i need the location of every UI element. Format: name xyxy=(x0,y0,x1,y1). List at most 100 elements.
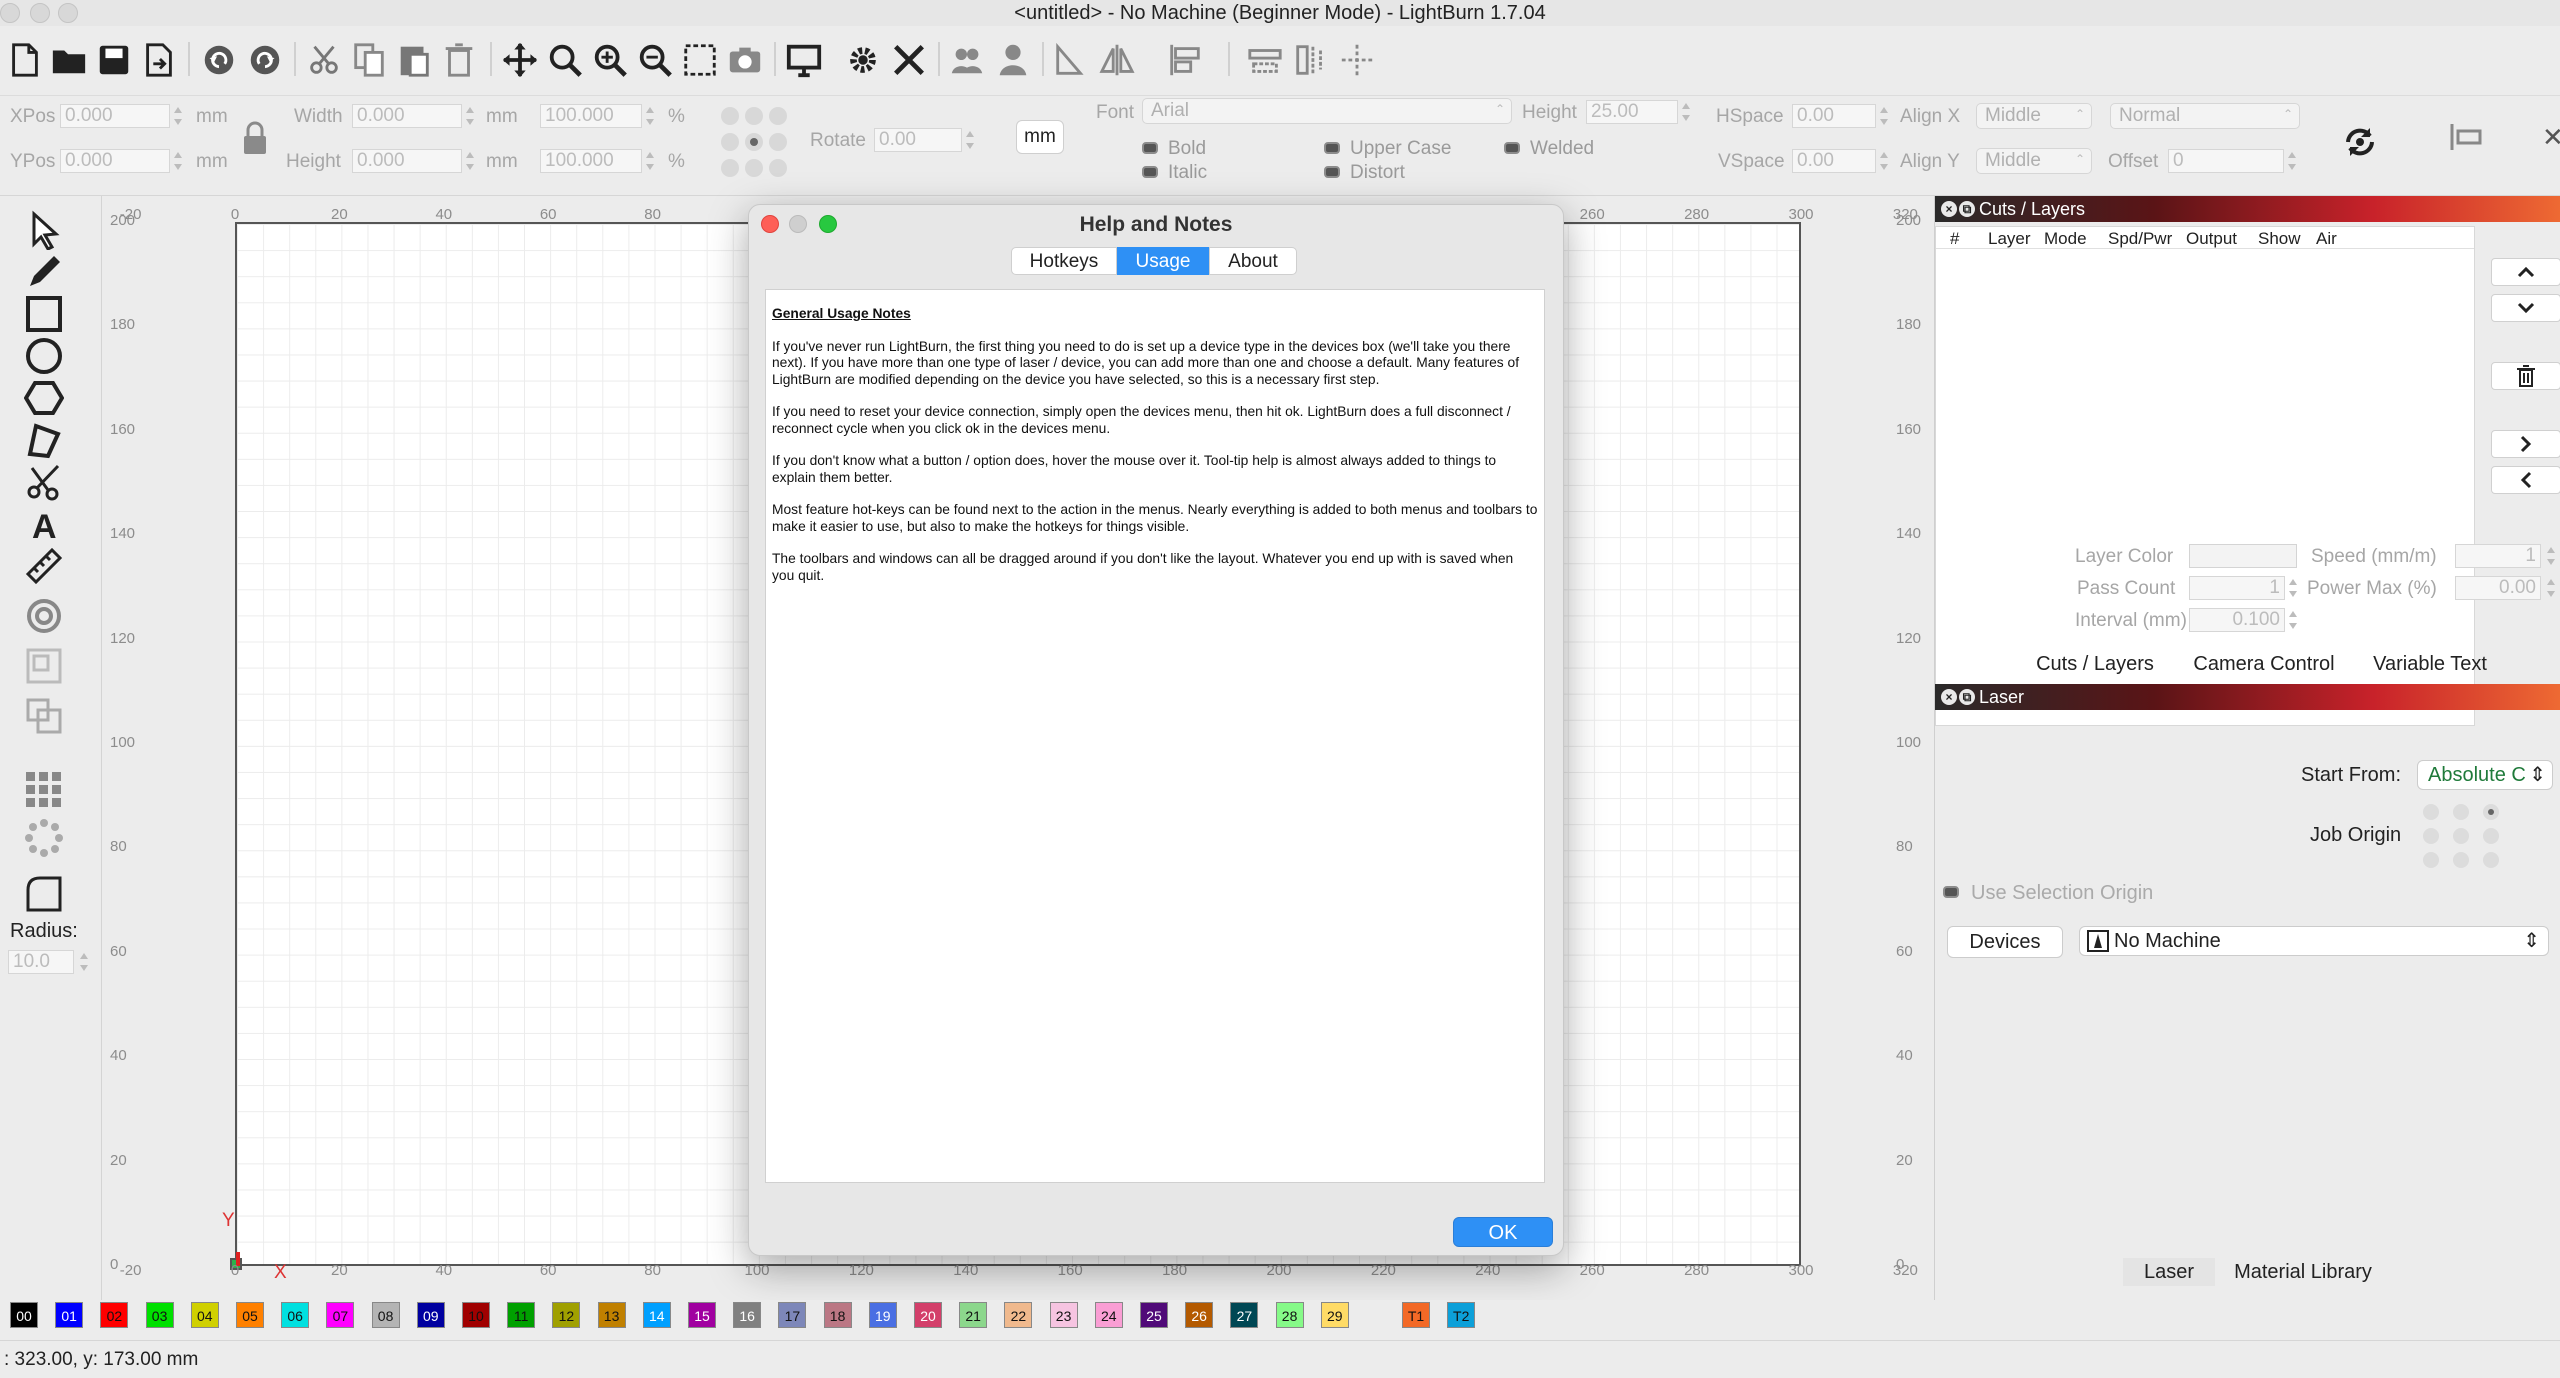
text-tool-icon[interactable]: A xyxy=(24,504,64,546)
spacing-icon[interactable] xyxy=(1290,39,1332,81)
ypos-stepper[interactable] xyxy=(172,149,184,173)
paste-icon[interactable] xyxy=(393,39,435,81)
scale-height-stepper[interactable] xyxy=(644,149,656,173)
palette-swatch-29[interactable]: 29 xyxy=(1320,1302,1349,1328)
layers-column-header[interactable]: # xyxy=(1950,229,1959,249)
xpos-stepper[interactable] xyxy=(172,104,184,128)
toolbar-close-icon[interactable]: ✕ xyxy=(2542,122,2560,153)
palette-swatch-20[interactable]: 20 xyxy=(914,1302,942,1328)
palette-swatch-19[interactable]: 19 xyxy=(868,1302,897,1328)
palette-swatch-09[interactable]: 09 xyxy=(416,1302,445,1328)
tab-hotkeys[interactable]: Hotkeys xyxy=(1011,247,1117,275)
rotate-field[interactable]: 0.00 xyxy=(874,128,962,152)
palette-swatch-06[interactable]: 06 xyxy=(281,1302,310,1328)
power-max-field[interactable]: 0.00 xyxy=(2455,576,2541,600)
palette-swatch-17[interactable]: 17 xyxy=(778,1302,807,1328)
use-selection-origin-checkbox[interactable] xyxy=(1943,886,1959,898)
monitor-icon[interactable] xyxy=(783,39,825,81)
open-folder-icon[interactable] xyxy=(48,39,90,81)
cuts-float-icon[interactable]: ⧉ xyxy=(1959,201,1975,217)
align-x-select[interactable]: Middle xyxy=(1976,102,2092,129)
users-icon[interactable] xyxy=(946,39,988,81)
pass-count-stepper[interactable] xyxy=(2287,576,2299,600)
layers-column-header[interactable]: Air xyxy=(2316,229,2337,249)
palette-swatch-t2[interactable]: T2 xyxy=(1447,1302,1476,1328)
new-file-icon[interactable] xyxy=(4,39,46,81)
start-from-select[interactable]: Absolute C ⇕ xyxy=(2417,760,2553,790)
xpos-field[interactable]: 0.000 xyxy=(60,104,170,128)
pass-count-field[interactable]: 1 xyxy=(2189,576,2285,600)
layer-color-swatch[interactable] xyxy=(2189,544,2297,568)
scale-width-field[interactable]: 100.000 xyxy=(540,104,642,128)
align-y-select[interactable]: Middle xyxy=(1976,147,2092,174)
cuts-close-icon[interactable]: × xyxy=(1941,201,1957,217)
zoom-in-icon[interactable] xyxy=(589,39,631,81)
palette-swatch-07[interactable]: 07 xyxy=(326,1302,355,1328)
power-max-stepper[interactable] xyxy=(2545,576,2557,600)
collapse-panel-button[interactable] xyxy=(2491,466,2560,494)
grid-array-icon[interactable] xyxy=(24,770,64,810)
palette-swatch-26[interactable]: 26 xyxy=(1185,1302,1214,1328)
ok-button[interactable]: OK xyxy=(1453,1217,1553,1247)
mirror-icon[interactable] xyxy=(1096,39,1138,81)
move-layer-up-button[interactable] xyxy=(2491,258,2560,286)
job-origin-grid[interactable] xyxy=(2417,802,2507,872)
settings-gear-icon[interactable] xyxy=(842,39,884,81)
offset-shapes-icon[interactable] xyxy=(24,596,64,636)
font-select[interactable]: Arial xyxy=(1142,97,1512,124)
draw-pen-icon[interactable] xyxy=(24,252,64,292)
width-field[interactable]: 0.000 xyxy=(352,104,462,128)
tab-variable-text[interactable]: Variable Text xyxy=(2355,650,2505,678)
align-icon[interactable] xyxy=(1164,39,1206,81)
zoom-out-icon[interactable] xyxy=(634,39,676,81)
user-icon[interactable] xyxy=(992,39,1034,81)
palette-swatch-03[interactable]: 03 xyxy=(145,1302,174,1328)
polygon-tool-icon[interactable] xyxy=(23,378,65,418)
ellipse-tool-icon[interactable] xyxy=(24,336,64,376)
palette-swatch-15[interactable]: 15 xyxy=(688,1302,716,1328)
upper-case-checkbox[interactable] xyxy=(1324,142,1340,154)
close-window-button[interactable] xyxy=(0,3,20,23)
palette-swatch-00[interactable]: 00 xyxy=(10,1302,38,1328)
redo-icon[interactable] xyxy=(244,39,286,81)
palette-swatch-04[interactable]: 04 xyxy=(190,1302,219,1328)
height-stepper[interactable] xyxy=(464,149,476,173)
layers-column-header[interactable]: Output xyxy=(2186,229,2237,249)
palette-swatch-23[interactable]: 23 xyxy=(1049,1302,1078,1328)
hspace-field[interactable]: 0.00 xyxy=(1792,104,1876,128)
zoom-selection-icon[interactable] xyxy=(544,39,586,81)
rotate-stepper[interactable] xyxy=(964,128,976,152)
lock-icon[interactable] xyxy=(242,120,268,158)
frame-icon[interactable] xyxy=(679,39,721,81)
palette-swatch-10[interactable]: 10 xyxy=(462,1302,490,1328)
palette-swatch-12[interactable]: 12 xyxy=(552,1302,581,1328)
interval-stepper[interactable] xyxy=(2287,608,2299,632)
interval-field[interactable]: 0.100 xyxy=(2189,608,2285,632)
text-mode-select[interactable]: Normal xyxy=(2110,102,2300,129)
rectangle-tool-icon[interactable] xyxy=(24,294,64,334)
tab-about[interactable]: About xyxy=(1209,247,1297,275)
bold-checkbox[interactable] xyxy=(1142,142,1158,154)
palette-swatch-08[interactable]: 08 xyxy=(371,1302,400,1328)
radius-stepper[interactable] xyxy=(78,950,90,974)
palette-swatch-14[interactable]: 14 xyxy=(642,1302,671,1328)
delete-icon[interactable] xyxy=(438,39,480,81)
units-button[interactable]: mm xyxy=(1016,120,1064,154)
laser-float-icon[interactable]: ⧉ xyxy=(1959,689,1975,705)
center-icon[interactable] xyxy=(1336,39,1378,81)
delete-layer-button[interactable] xyxy=(2491,362,2560,390)
layers-column-header[interactable]: Show xyxy=(2258,229,2301,249)
refresh-icon[interactable] xyxy=(2340,122,2380,162)
palette-swatch-02[interactable]: 02 xyxy=(100,1302,129,1328)
machine-select[interactable]: No Machine ⇕ xyxy=(2079,926,2549,956)
move-layer-down-button[interactable] xyxy=(2491,294,2560,322)
scale-width-stepper[interactable] xyxy=(644,104,656,128)
palette-swatch-13[interactable]: 13 xyxy=(597,1302,626,1328)
palette-swatch-27[interactable]: 27 xyxy=(1230,1302,1259,1328)
palette-swatch-16[interactable]: 16 xyxy=(733,1302,762,1328)
camera-icon[interactable] xyxy=(724,39,766,81)
palette-swatch-18[interactable]: 18 xyxy=(823,1302,852,1328)
layers-column-header[interactable]: Layer xyxy=(1988,229,2031,249)
expand-panel-button[interactable] xyxy=(2491,430,2560,458)
flip-icon[interactable] xyxy=(1050,39,1092,81)
